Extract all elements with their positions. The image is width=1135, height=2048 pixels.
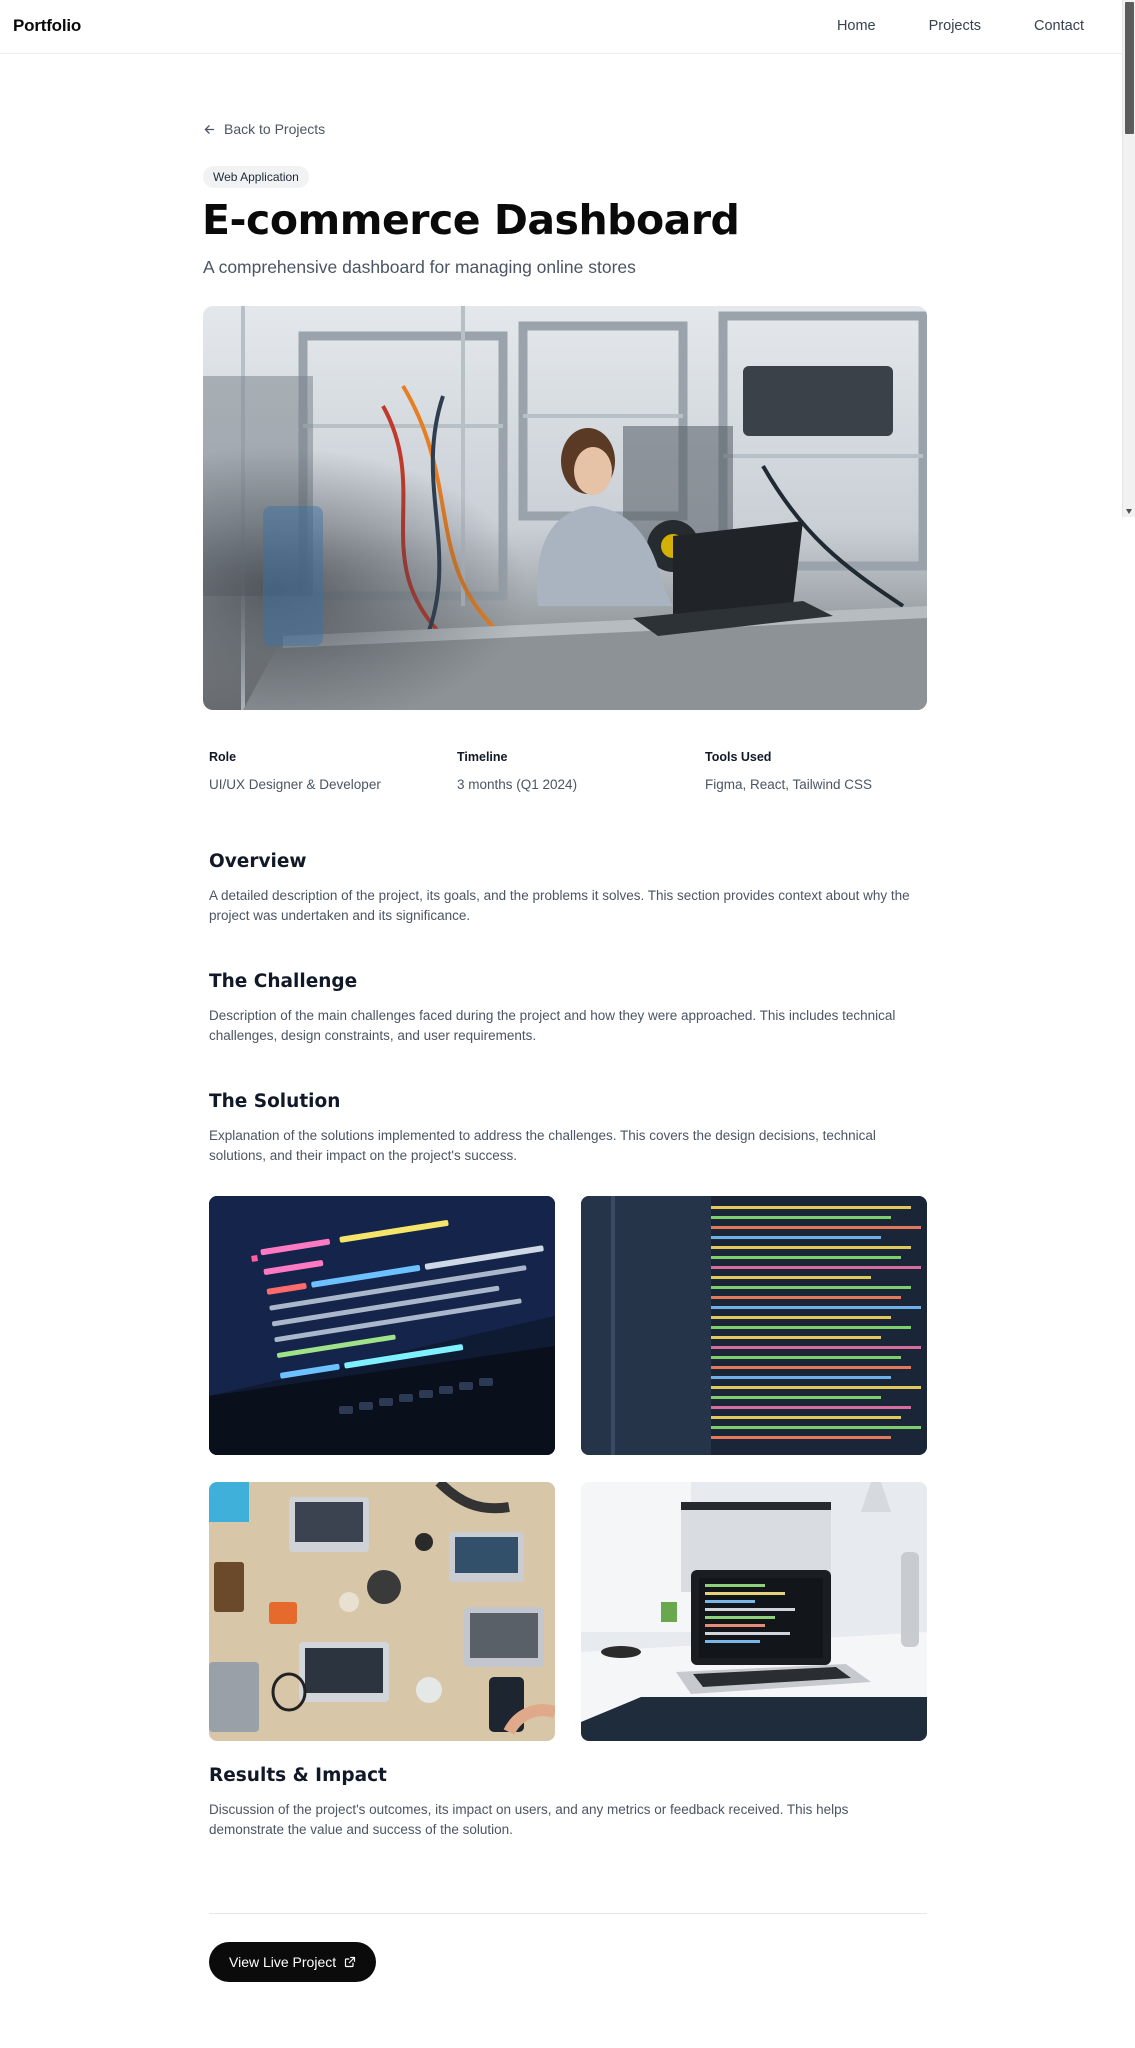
challenge-section: The Challenge Description of the main ch… — [209, 971, 927, 1046]
gallery-image-team-desk — [209, 1482, 555, 1741]
top-navbar: Portfolio Home Projects Contact — [0, 0, 1122, 54]
nav-links: Home Projects Contact — [784, 18, 1084, 34]
cta-label: View Live Project — [229, 1954, 337, 1970]
meta-timeline: Timeline 3 months (Q1 2024) — [457, 750, 577, 792]
meta-role: Role UI/UX Designer & Developer — [209, 750, 381, 792]
section-heading: Results & Impact — [209, 1765, 387, 1786]
meta-value: UI/UX Designer & Developer — [209, 777, 381, 792]
meta-label: Timeline — [457, 750, 508, 764]
overview-section: Overview A detailed description of the p… — [209, 851, 927, 926]
back-to-projects-link[interactable]: Back to Projects — [203, 121, 325, 137]
meta-label: Role — [209, 750, 237, 764]
nav-link-home[interactable]: Home — [837, 18, 876, 34]
external-link-icon — [345, 1956, 356, 1968]
section-divider — [209, 1913, 927, 1914]
section-body: Discussion of the project's outcomes, it… — [209, 1802, 849, 1837]
meta-value: 3 months (Q1 2024) — [457, 777, 578, 792]
scrollbar-thumb[interactable] — [1125, 2, 1134, 134]
meta-tools: Tools Used Figma, React, Tailwind CSS — [705, 750, 872, 792]
scroll-down-arrow-icon[interactable] — [1126, 509, 1132, 514]
page-scrollbar[interactable] — [1122, 0, 1135, 517]
meta-label: Tools Used — [705, 750, 772, 764]
section-heading: Overview — [209, 851, 307, 872]
gallery-image-code-screen — [581, 1196, 927, 1455]
hero-image — [203, 306, 927, 710]
arrow-left-icon — [204, 124, 215, 134]
gallery-image-code-laptop — [209, 1196, 555, 1455]
view-live-project-button[interactable]: View Live Project — [209, 1942, 377, 1982]
section-heading: The Solution — [209, 1091, 341, 1112]
page-subtitle: A comprehensive dashboard for managing o… — [203, 257, 636, 277]
category-badge: Web Application — [203, 166, 309, 188]
brand-logo[interactable]: Portfolio — [13, 16, 81, 36]
section-body: A detailed description of the project, i… — [209, 888, 910, 923]
section-body: Description of the main challenges faced… — [209, 1008, 896, 1043]
results-section: Results & Impact Discussion of the proje… — [209, 1765, 927, 1840]
nav-link-contact[interactable]: Contact — [1034, 18, 1084, 34]
solution-section: The Solution Explanation of the solution… — [209, 1091, 927, 1166]
nav-link-projects[interactable]: Projects — [929, 18, 981, 34]
meta-value: Figma, React, Tailwind CSS — [705, 777, 873, 792]
section-body: Explanation of the solutions implemented… — [209, 1128, 876, 1163]
section-heading: The Challenge — [209, 971, 358, 992]
page-title: E-commerce Dashboard — [202, 196, 740, 244]
gallery-image-laptop-desk — [581, 1482, 927, 1741]
back-link-label: Back to Projects — [224, 121, 326, 137]
